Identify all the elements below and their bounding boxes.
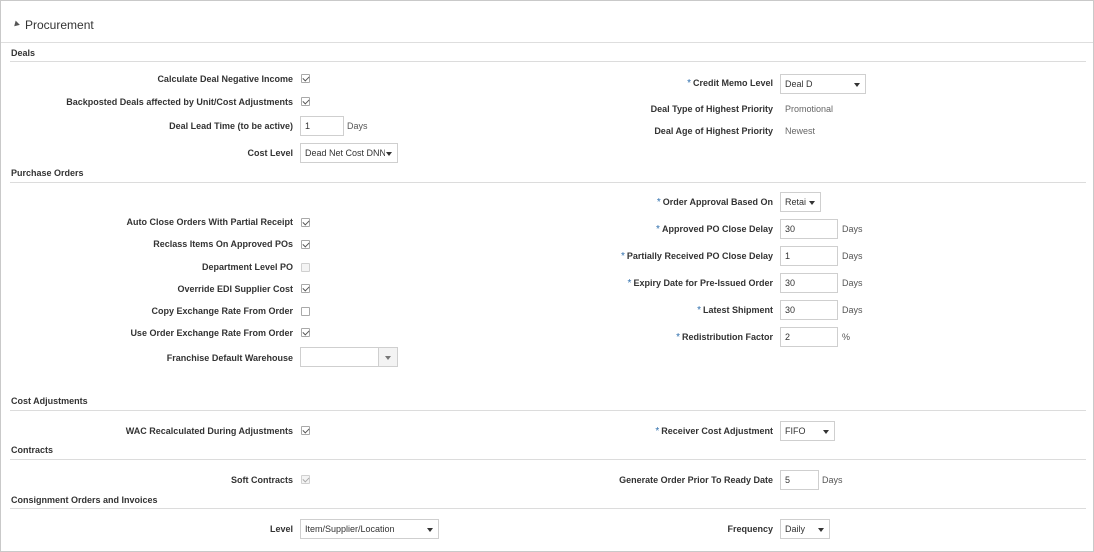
required-marker: *: [621, 251, 625, 262]
partially-received-po-close-delay-label: * Partially Received PO Close Delay: [621, 251, 773, 262]
override-edi-supplier-cost-checkbox[interactable]: [301, 284, 310, 293]
backposted-deals-checkbox[interactable]: [301, 97, 310, 106]
frequency-value: Daily: [785, 524, 806, 534]
reclass-items-label: Reclass Items On Approved POs: [153, 239, 293, 249]
deal-type-highest-priority-value: Promotional: [785, 104, 834, 114]
soft-contracts-label: Soft Contracts: [230, 475, 293, 485]
section-divider: [10, 459, 1086, 460]
auto-close-orders-checkbox[interactable]: [301, 218, 310, 227]
chevron-down-icon: [809, 201, 815, 205]
use-order-exchange-rate-checkbox[interactable]: [301, 328, 310, 337]
section-title-deals: Deals: [11, 48, 36, 58]
consignment-level-value: Item/Supplier/Location: [305, 524, 395, 534]
section-divider: [10, 61, 1086, 62]
deal-type-highest-priority-label: Deal Type of Highest Priority: [650, 104, 773, 114]
required-marker: *: [687, 78, 691, 89]
panel-title: Procurement: [25, 18, 94, 32]
generate-order-prior-input[interactable]: [780, 470, 819, 490]
required-marker: *: [656, 197, 661, 208]
copy-exchange-rate-label: Copy Exchange Rate From Order: [151, 306, 293, 316]
receiver-cost-adjustment-label: * Receiver Cost Adjustment: [655, 426, 773, 437]
franchise-default-warehouse-dropdown-button[interactable]: [378, 347, 398, 367]
calc-deal-negative-income-checkbox[interactable]: [301, 74, 310, 83]
consignment-level-select[interactable]: Item/Supplier/Location: [300, 519, 439, 539]
wac-recalculated-checkbox[interactable]: [301, 426, 310, 435]
credit-memo-level-label: * Credit Memo Level: [687, 78, 773, 89]
collapse-triangle-icon[interactable]: [12, 20, 20, 29]
frequency-label: Frequency: [727, 524, 773, 534]
chevron-down-icon: [854, 83, 860, 87]
expiry-date-pre-issued-label: * Expiry Date for Pre-Issued Order: [627, 278, 773, 289]
redistribution-factor-label: * Redistribution Factor: [676, 332, 773, 343]
partially-received-po-close-delay-input[interactable]: [780, 246, 838, 266]
expiry-date-pre-issued-input[interactable]: [780, 273, 838, 293]
receiver-cost-adjustment-select[interactable]: FIFO: [780, 421, 835, 441]
redistribution-factor-unit: %: [842, 332, 851, 342]
section-divider: [10, 410, 1086, 411]
procurement-panel: Procurement Deals Calculate Deal Negativ…: [0, 0, 1094, 552]
override-edi-supplier-cost-label: Override EDI Supplier Cost: [177, 284, 293, 294]
partially-received-po-close-delay-unit: Days: [842, 251, 863, 261]
department-level-po-label: Department Level PO: [201, 262, 293, 272]
order-approval-based-on-label: * Order Approval Based On: [656, 197, 773, 208]
credit-memo-level-select[interactable]: Deal D: [780, 74, 866, 94]
approved-po-close-delay-label: * Approved PO Close Delay: [656, 224, 773, 235]
required-marker: *: [697, 305, 701, 316]
deal-age-highest-priority-value: Newest: [785, 126, 816, 136]
department-level-po-checkbox[interactable]: [301, 263, 310, 272]
order-approval-based-on-value: Retai: [785, 197, 807, 207]
reclass-items-checkbox[interactable]: [301, 240, 310, 249]
required-marker: *: [655, 426, 660, 437]
section-divider: [10, 182, 1086, 183]
use-order-exchange-rate-label: Use Order Exchange Rate From Order: [130, 328, 293, 338]
section-title-contracts: Contracts: [11, 445, 54, 455]
chevron-down-icon: [427, 528, 433, 532]
chevron-down-icon: [823, 430, 829, 434]
latest-shipment-label: * Latest Shipment: [697, 305, 773, 316]
redistribution-factor-input[interactable]: [780, 327, 838, 347]
section-title-consignment: Consignment Orders and Invoices: [11, 495, 158, 505]
latest-shipment-unit: Days: [842, 305, 863, 315]
generate-order-prior-unit: Days: [822, 475, 843, 485]
required-marker: *: [627, 278, 632, 289]
receiver-cost-adjustment-value: FIFO: [785, 426, 806, 436]
credit-memo-level-value: Deal D: [785, 79, 813, 89]
copy-exchange-rate-checkbox[interactable]: [301, 307, 310, 316]
wac-recalculated-label: WAC Recalculated During Adjustments: [125, 426, 293, 436]
chevron-down-icon: [385, 356, 391, 360]
soft-contracts-checkbox[interactable]: [301, 475, 310, 484]
expiry-date-pre-issued-unit: Days: [842, 278, 863, 288]
order-approval-based-on-select[interactable]: Retai: [780, 192, 821, 212]
generate-order-prior-label: Generate Order Prior To Ready Date: [619, 475, 773, 485]
approved-po-close-delay-input[interactable]: [780, 219, 838, 239]
required-marker: *: [676, 332, 680, 343]
section-divider: [10, 508, 1086, 509]
deal-lead-time-label: Deal Lead Time (to be active): [169, 121, 293, 131]
panel-header[interactable]: Procurement: [1, 1, 1093, 43]
approved-po-close-delay-unit: Days: [842, 224, 863, 234]
latest-shipment-input[interactable]: [780, 300, 838, 320]
chevron-down-icon: [818, 528, 824, 532]
consignment-level-label: Level: [269, 524, 293, 534]
section-title-cost-adjustments: Cost Adjustments: [11, 396, 88, 406]
auto-close-orders-label: Auto Close Orders With Partial Receipt: [126, 217, 293, 227]
deal-lead-time-unit: Days: [347, 121, 368, 131]
deal-lead-time-input[interactable]: [300, 116, 344, 136]
required-marker: *: [656, 224, 660, 235]
cost-level-select[interactable]: Dead Net Cost DNN: [300, 143, 398, 163]
frequency-select[interactable]: Daily: [780, 519, 830, 539]
franchise-default-warehouse-input[interactable]: [300, 347, 379, 367]
chevron-down-icon: [386, 152, 392, 156]
cost-level-value: Dead Net Cost DNN: [305, 148, 385, 158]
calc-deal-negative-income-label: Calculate Deal Negative Income: [157, 74, 293, 84]
deal-age-highest-priority-label: Deal Age of Highest Priority: [654, 126, 773, 136]
section-title-purchase-orders: Purchase Orders: [11, 168, 84, 178]
cost-level-label: Cost Level: [247, 148, 293, 158]
backposted-deals-label: Backposted Deals affected by Unit/Cost A…: [66, 97, 293, 107]
franchise-default-warehouse-label: Franchise Default Warehouse: [166, 353, 293, 363]
